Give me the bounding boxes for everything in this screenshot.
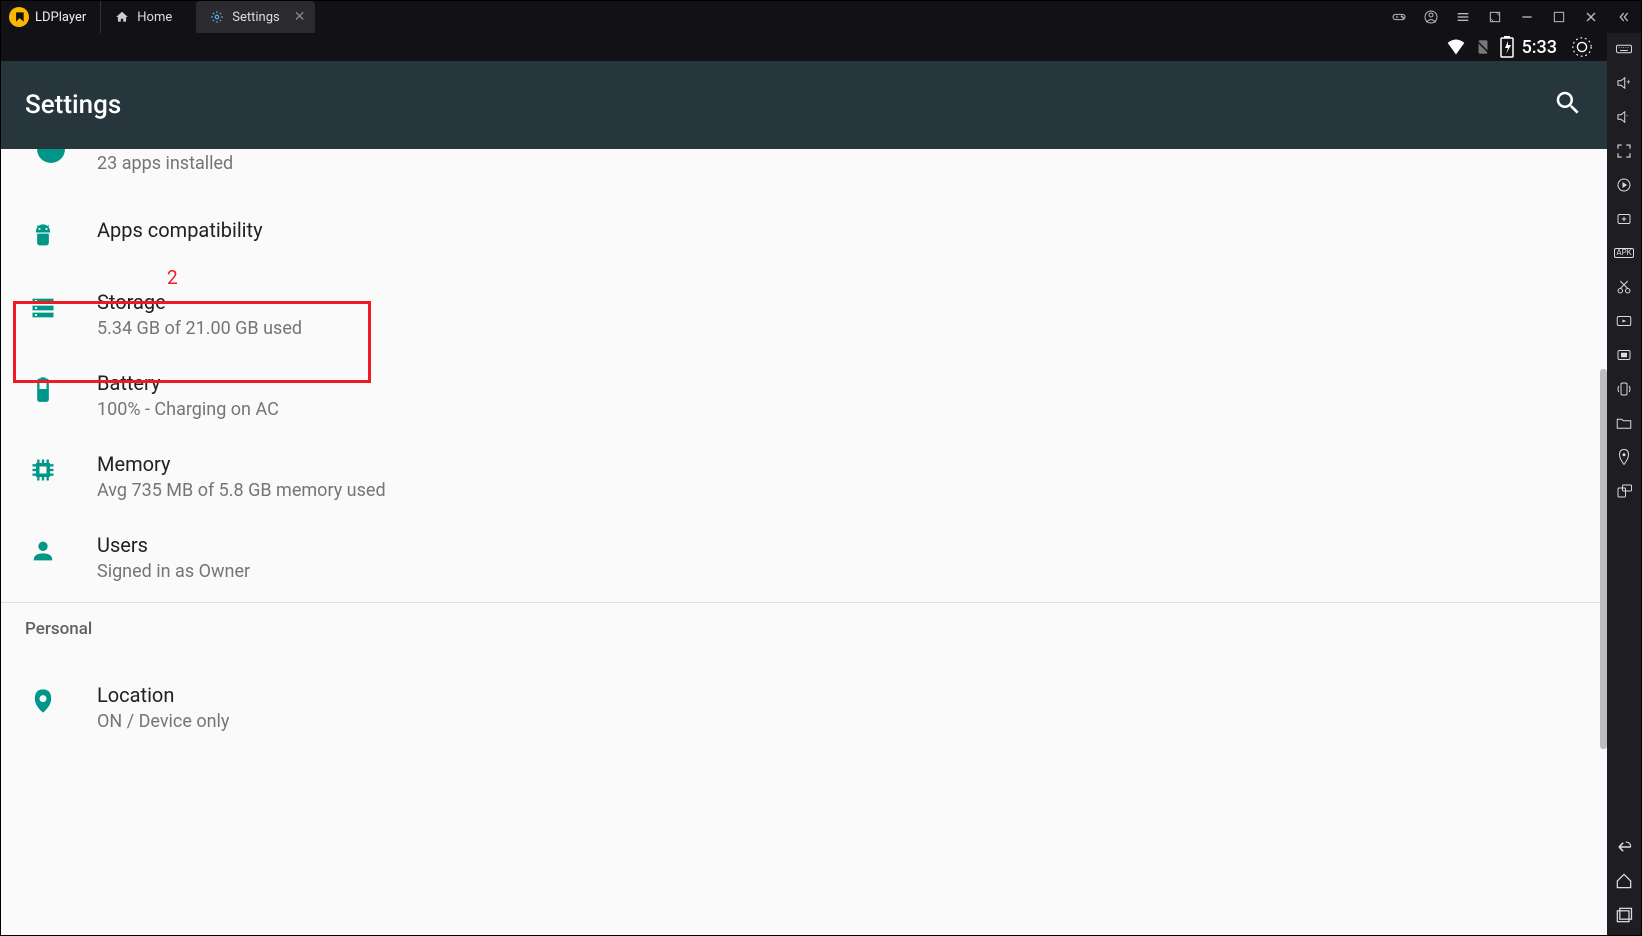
storage-title: Storage [97, 290, 302, 314]
settings-content: 23 apps installed Apps compatibility Sto… [1, 149, 1607, 935]
apps-subtitle: 23 apps installed [97, 153, 233, 174]
menu-icon[interactable] [1455, 9, 1471, 25]
search-icon [1553, 88, 1583, 118]
volume-down-icon[interactable]: - [1614, 107, 1634, 127]
users-subtitle: Signed in as Owner [97, 561, 250, 582]
wifi-icon [1446, 37, 1466, 57]
settings-item-storage[interactable]: Storage 5.34 GB of 21.00 GB used [1, 274, 1607, 355]
window-titlebar: LDPlayer Home Settings ✕ [1, 1, 1641, 33]
operation-record-icon[interactable] [1614, 345, 1634, 365]
minimize-icon[interactable] [1519, 9, 1535, 25]
shake-icon[interactable] [1614, 379, 1634, 399]
settings-item-battery[interactable]: Battery 100% - Charging on AC [1, 355, 1607, 436]
settings-item-location[interactable]: Location ON / Device only [1, 655, 1607, 748]
tab-settings[interactable]: Settings ✕ [196, 1, 315, 33]
ldplayer-logo-icon [9, 7, 29, 27]
android-icon [29, 222, 57, 250]
svg-text:-: - [1626, 111, 1628, 120]
tab-home[interactable]: Home [100, 1, 186, 33]
android-back-icon[interactable] [1614, 837, 1634, 857]
battery-title: Battery [97, 371, 279, 395]
apps-icon [37, 149, 65, 163]
apk-install-icon[interactable]: APK [1614, 243, 1634, 263]
maximize-icon[interactable] [1551, 9, 1567, 25]
collapse-sidebar-icon[interactable] [1615, 9, 1631, 25]
app-name-label: LDPlayer [35, 10, 86, 25]
settings-item-users[interactable]: Users Signed in as Owner [1, 517, 1607, 598]
shared-folder-icon[interactable] [1614, 413, 1634, 433]
location-icon [29, 687, 57, 715]
settings-gear-small-icon [210, 10, 224, 24]
battery-icon [29, 375, 57, 403]
multi-instance-icon[interactable] [1614, 209, 1634, 229]
volume-up-icon[interactable]: + [1614, 73, 1634, 93]
home-icon [115, 10, 129, 24]
window-controls [1391, 9, 1641, 25]
record-icon[interactable] [1614, 311, 1634, 331]
settings-item-apps-compat[interactable]: Apps compatibility [1, 194, 1607, 274]
battery-subtitle: 100% - Charging on AC [97, 399, 279, 420]
close-window-icon[interactable] [1583, 9, 1599, 25]
battery-charging-icon [1500, 36, 1514, 58]
settings-item-memory[interactable]: Memory Avg 735 MB of 5.8 GB memory used [1, 436, 1607, 517]
gps-icon[interactable] [1614, 447, 1634, 467]
settings-gear-status-icon[interactable] [1571, 36, 1593, 58]
tab-home-label: Home [137, 10, 172, 25]
android-home-icon[interactable] [1614, 871, 1634, 891]
apps-compat-title: Apps compatibility [97, 218, 263, 242]
storage-icon [29, 294, 57, 322]
search-button[interactable] [1553, 88, 1583, 122]
svg-text:+: + [1626, 78, 1630, 87]
statusbar-time: 5:33 [1522, 37, 1557, 58]
tab-settings-label: Settings [232, 10, 279, 25]
screenshot-cut-icon[interactable] [1614, 277, 1634, 297]
fullscreen-icon[interactable] [1487, 9, 1503, 25]
memory-subtitle: Avg 735 MB of 5.8 GB memory used [97, 480, 386, 501]
keyboard-icon[interactable] [1614, 39, 1634, 59]
rotate-icon[interactable] [1614, 481, 1634, 501]
android-statusbar: 5:33 [1, 33, 1607, 61]
fullscreen-sidebar-icon[interactable] [1614, 141, 1634, 161]
memory-title: Memory [97, 452, 386, 476]
sync-icon[interactable] [1614, 175, 1634, 195]
location-title: Location [97, 683, 229, 707]
scrollbar-thumb[interactable] [1600, 369, 1607, 749]
tab-close-icon[interactable]: ✕ [294, 9, 306, 25]
memory-icon [29, 456, 57, 484]
user-icon [29, 537, 57, 565]
page-title: Settings [25, 90, 121, 120]
users-title: Users [97, 533, 250, 557]
gamepad-icon[interactable] [1391, 9, 1407, 25]
section-header-personal: Personal [1, 602, 1607, 655]
account-icon[interactable] [1423, 9, 1439, 25]
location-subtitle: ON / Device only [97, 711, 229, 732]
emulator-sidebar: + - APK [1607, 33, 1641, 935]
settings-toolbar: Settings [1, 61, 1607, 149]
android-recents-icon[interactable] [1614, 905, 1634, 925]
no-sim-icon [1474, 38, 1492, 56]
storage-subtitle: 5.34 GB of 21.00 GB used [97, 318, 302, 339]
settings-item-apps[interactable]: 23 apps installed [1, 149, 1607, 194]
